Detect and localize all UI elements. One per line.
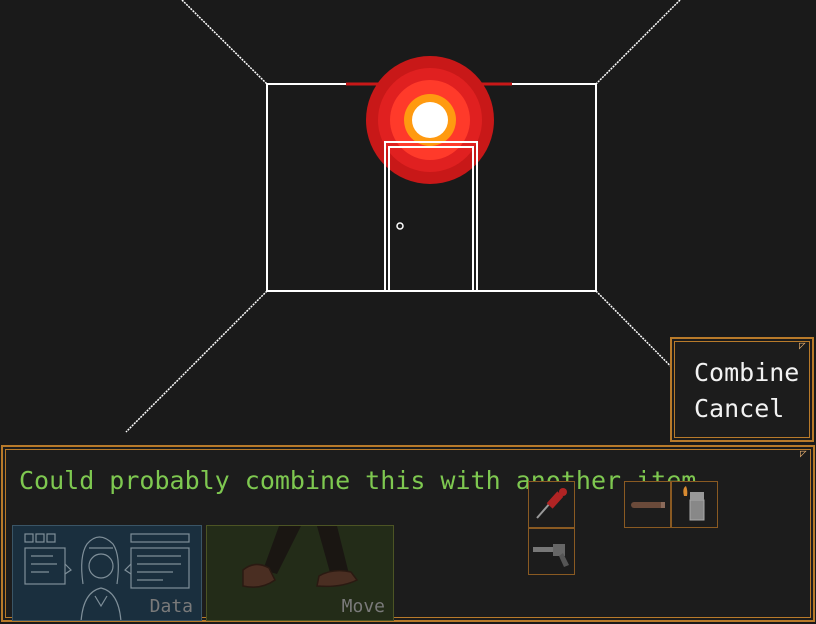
inventory-slot[interactable] [528,481,575,528]
combine-option[interactable]: Combine [694,358,799,388]
inventory-slot[interactable] [671,481,718,528]
message-box: ◸ Could probably combine this with anoth… [1,445,815,622]
lighter-icon [683,486,705,521]
inventory-slot[interactable] [528,528,575,575]
data-button-label: Data [149,596,193,617]
revolver-icon [533,544,569,567]
context-menu: ◸ Combine Cancel [670,337,814,442]
dialog-message: Could probably combine this with another… [19,466,712,495]
cancel-option[interactable]: Cancel [694,394,784,424]
ornament-corner-icon: ◸ [800,447,807,460]
ornament-corner-icon: ◸ [799,339,806,352]
data-button[interactable]: Data [12,525,202,621]
move-button[interactable]: Move [206,525,394,621]
inventory-slot[interactable] [624,481,671,528]
move-button-label: Move [341,596,385,617]
syringe-icon [536,488,567,519]
cigar-icon [631,502,665,508]
